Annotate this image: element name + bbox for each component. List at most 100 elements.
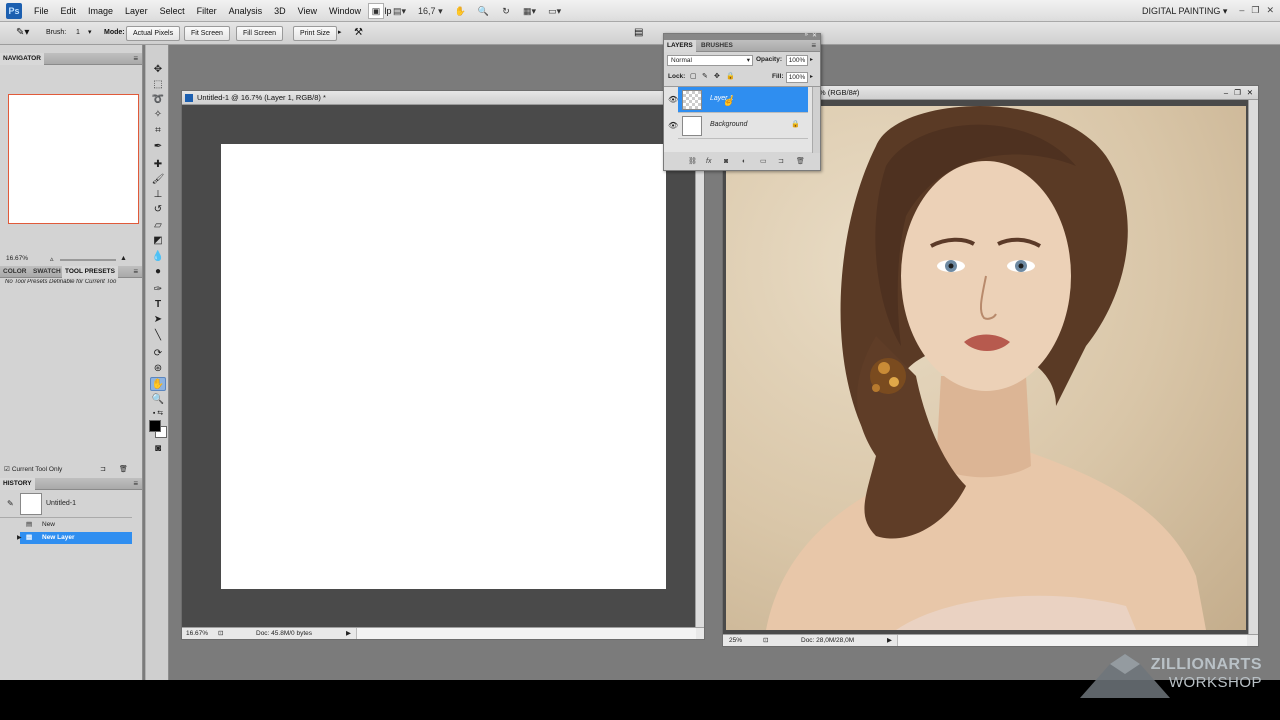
menu-layer[interactable]: Layer	[119, 0, 154, 22]
delete-layer-icon[interactable]: 🗑	[796, 154, 805, 170]
close-icon[interactable]: ✕	[1266, 0, 1274, 20]
lock-transparent-icon[interactable]: ▢	[690, 72, 697, 80]
menu-image[interactable]: Image	[82, 0, 119, 22]
pen-tool-icon[interactable]: ✑	[150, 283, 166, 297]
quick-mask-icon[interactable]: ◙	[150, 442, 166, 456]
fill-arrow-icon[interactable]: ▸	[810, 73, 813, 80]
marquee-tool-icon[interactable]: ⬚	[150, 78, 166, 92]
print-size-button[interactable]: Print Size	[293, 26, 337, 41]
menu-file[interactable]: File	[28, 0, 55, 22]
new-group-icon[interactable]: ▭	[760, 154, 767, 170]
status-icon[interactable]: ⊡	[218, 628, 223, 640]
brush-dropdown-icon[interactable]: ▾	[88, 26, 92, 41]
default-colors-icon[interactable]: ▪ ⇆	[150, 407, 166, 421]
brush-tool-icon[interactable]: 🖌	[150, 173, 166, 187]
rotate-view-icon[interactable]: ↻	[498, 3, 514, 19]
history-state[interactable]: ▤ New	[20, 519, 132, 531]
menu-filter[interactable]: Filter	[191, 0, 223, 22]
document-title-bar[interactable]: Untitled-1 @ 16.7% (Layer 1, RGB/8) *	[182, 91, 704, 105]
crop-tool-icon[interactable]: ⌗	[150, 124, 166, 138]
3d-orbit-tool-icon[interactable]: ⊛	[150, 362, 166, 376]
panel-menu-icon[interactable]: ≡	[133, 479, 138, 488]
status-menu-arrow-icon[interactable]: ▶	[887, 635, 892, 647]
panel-menu-icon[interactable]: ≡	[811, 41, 816, 50]
current-tool-only-checkbox[interactable]: ☑ Current Tool Only	[4, 465, 62, 474]
adjustment-layer-icon[interactable]: ◐	[742, 154, 746, 170]
collapse-icon[interactable]: »	[805, 32, 808, 38]
opacity-field[interactable]: 100%	[786, 55, 808, 66]
close-icon[interactable]: ✕	[812, 32, 817, 39]
menu-analysis[interactable]: Analysis	[223, 0, 269, 22]
gradient-tool-icon[interactable]: ◩	[150, 234, 166, 248]
close-icon[interactable]: ✕	[1247, 86, 1253, 100]
history-tab[interactable]: HISTORY	[0, 478, 35, 490]
panel-toggle-icon[interactable]: ▤	[634, 26, 643, 41]
navigator-zoom-slider[interactable]	[60, 259, 116, 261]
menu-view[interactable]: View	[292, 0, 323, 22]
lock-position-icon[interactable]: ✥	[714, 72, 720, 80]
options-arrow-icon[interactable]: ▸	[338, 26, 342, 41]
quick-selection-tool-icon[interactable]: ✧	[150, 108, 166, 122]
brush-size[interactable]: 1	[76, 26, 80, 41]
visibility-eye-icon[interactable]: 👁	[668, 121, 678, 130]
visibility-eye-icon[interactable]: 👁	[668, 95, 678, 104]
clone-stamp-tool-icon[interactable]: ⊥	[150, 188, 166, 202]
zoom-level-dropdown[interactable]: 16,7 ▾	[415, 3, 446, 19]
link-layers-icon[interactable]: ⛓	[688, 154, 697, 170]
screen-mode-icon[interactable]: ▭▾	[545, 3, 564, 19]
healing-brush-tool-icon[interactable]: ✚	[150, 158, 166, 172]
vertical-scrollbar[interactable]	[695, 105, 704, 629]
lock-all-icon[interactable]: 🔒	[726, 72, 735, 80]
tab-layers[interactable]: LAYERS	[664, 40, 696, 52]
tool-preset-icon[interactable]: ✎▾	[16, 26, 29, 41]
menu-edit[interactable]: Edit	[55, 0, 83, 22]
new-preset-icon[interactable]: ⊐	[100, 465, 106, 473]
history-snapshot[interactable]: ✎ Untitled-1	[0, 490, 132, 518]
restore-icon[interactable]: ❐	[1251, 0, 1259, 20]
zoom-tool-icon[interactable]: 🔍	[475, 3, 492, 19]
layer-row-background[interactable]: Background 🔒	[678, 113, 808, 139]
line-tool-icon[interactable]: ╲	[150, 329, 166, 343]
horizontal-scrollbar[interactable]	[897, 635, 1247, 646]
view-extras-icon[interactable]: ▤▾	[390, 3, 409, 19]
arrange-documents-icon[interactable]: ▦▾	[520, 3, 539, 19]
navigator-tab[interactable]: NAVIGATOR	[0, 53, 44, 65]
history-state-selected[interactable]: ▤ New Layer	[20, 532, 132, 544]
blur-tool-icon[interactable]: 💧	[150, 250, 166, 264]
fill-screen-button[interactable]: Fill Screen	[236, 26, 284, 41]
minimize-icon[interactable]: –	[1239, 0, 1244, 20]
layer-style-icon[interactable]: fx	[706, 154, 711, 170]
zoom-in-icon[interactable]: ▲	[120, 255, 127, 262]
document-zoom[interactable]: 25%	[729, 635, 742, 647]
status-menu-arrow-icon[interactable]: ▶	[346, 628, 351, 640]
navigator-preview[interactable]	[8, 94, 139, 224]
hand-tool-icon[interactable]: ✋	[150, 377, 166, 391]
panel-menu-icon[interactable]: ≡	[133, 267, 138, 276]
launch-bridge-icon[interactable]: ▣	[368, 3, 384, 19]
path-selection-tool-icon[interactable]: ➤	[150, 313, 166, 327]
layers-scrollbar[interactable]	[812, 87, 820, 153]
type-tool-icon[interactable]: T	[150, 298, 166, 312]
airbrush-icon[interactable]: ⚒	[354, 26, 363, 41]
tab-color[interactable]: COLOR	[0, 266, 29, 278]
fit-screen-button[interactable]: Fit Screen	[184, 26, 230, 41]
photoshop-logo-icon[interactable]: Ps	[6, 3, 22, 19]
new-layer-icon[interactable]: ⊐	[778, 154, 784, 170]
eyedropper-tool-icon[interactable]: ✒	[150, 140, 166, 154]
dodge-tool-icon[interactable]: ●	[150, 265, 166, 279]
canvas[interactable]	[221, 144, 666, 589]
tab-brushes[interactable]: BRUSHES	[698, 40, 736, 52]
tab-swatches[interactable]: SWATCH	[30, 266, 64, 278]
fill-field[interactable]: 100%	[786, 72, 808, 83]
horizontal-scrollbar[interactable]	[356, 628, 696, 639]
restore-icon[interactable]: ❐	[1234, 86, 1241, 100]
layer-mask-icon[interactable]: ◙	[724, 154, 728, 170]
lasso-tool-icon[interactable]: ➰	[150, 93, 166, 107]
document-zoom[interactable]: 16.67%	[186, 628, 208, 640]
portrait-photo[interactable]	[726, 106, 1246, 630]
opacity-arrow-icon[interactable]: ▸	[810, 56, 813, 63]
blend-mode-select[interactable]: Normal ▾	[667, 55, 753, 66]
3d-rotate-tool-icon[interactable]: ⟳	[150, 347, 166, 361]
menu-select[interactable]: Select	[154, 0, 191, 22]
checkbox-icon[interactable]: ☑	[4, 465, 10, 473]
